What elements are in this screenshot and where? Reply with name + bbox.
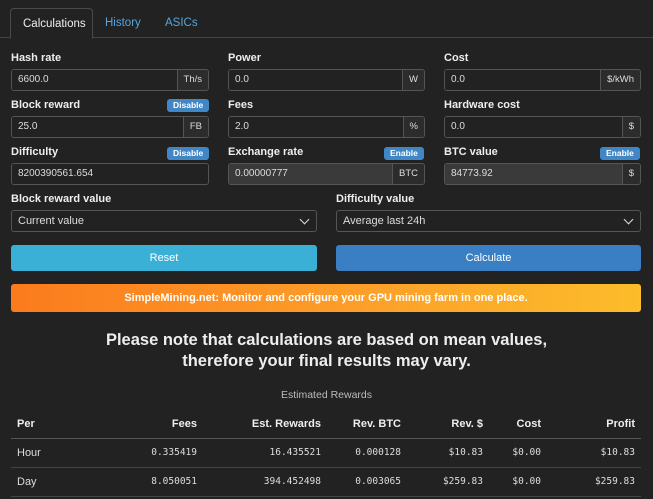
power-input[interactable]: 0.0	[229, 70, 403, 90]
disclaimer-line-1: Please note that calculations are based …	[105, 331, 548, 349]
header-profit: Profit	[547, 410, 641, 439]
block-reward-value-label: Block reward value	[11, 193, 112, 205]
fees-unit: %	[402, 117, 424, 137]
simplemining-banner[interactable]: SimpleMining.net: Monitor and configure …	[11, 284, 641, 312]
block-reward-field[interactable]: 25.0 FB	[11, 116, 209, 138]
estimated-rewards-table: Per Fees Est. Rewards Rev. BTC Rev. $ Co…	[11, 410, 641, 497]
disclaimer-line-2: therefore your final results may vary.	[182, 352, 471, 370]
header-cost: Cost	[489, 410, 547, 439]
cell-rev-btc: 0.000128	[327, 438, 407, 468]
table-caption: Estimated Rewards	[280, 389, 373, 401]
hash-rate-unit: Th/s	[176, 70, 208, 90]
block-reward-value-select[interactable]: Current value	[11, 210, 317, 232]
chevron-down-icon	[623, 214, 634, 225]
tab-history[interactable]: History	[93, 8, 153, 38]
results-disclaimer: Please note that calculations are based …	[0, 330, 653, 372]
power-field[interactable]: 0.0 W	[228, 69, 425, 91]
difficulty-value-label: Difficulty value	[336, 193, 415, 205]
difficulty-disable-button[interactable]: Disable	[167, 147, 210, 160]
btc-value-field: 84773.92 $	[444, 163, 641, 185]
hardware-cost-field[interactable]: 0.0 $	[444, 116, 641, 138]
cell-per: Hour	[11, 438, 103, 468]
block-reward-unit: FB	[182, 117, 208, 137]
exchange-rate-label: Exchange rate	[228, 146, 304, 158]
cell-est-rewards: 16.435521	[203, 438, 327, 468]
cell-est-rewards: 394.452498	[203, 467, 327, 497]
difficulty-value-select[interactable]: Average last 24h	[336, 210, 641, 232]
power-label: Power	[228, 52, 262, 64]
cost-field[interactable]: 0.0 $/kWh	[444, 69, 641, 91]
header-fees: Fees	[103, 410, 203, 439]
header-rev-btc: Rev. BTC	[327, 410, 407, 439]
header-rev-usd: Rev. $	[407, 410, 489, 439]
block-reward-label: Block reward	[11, 99, 81, 111]
hardware-cost-label: Hardware cost	[444, 99, 520, 111]
block-reward-input[interactable]: 25.0	[12, 117, 183, 137]
exchange-rate-field: 0.00000777 BTC	[228, 163, 425, 185]
reset-button[interactable]: Reset	[11, 245, 317, 271]
table-row: Day 8.050051 394.452498 0.003065 $259.83…	[11, 467, 641, 497]
fees-label: Fees	[228, 99, 254, 111]
exchange-rate-unit: BTC	[392, 164, 424, 184]
difficulty-value-selected: Average last 24h	[343, 215, 426, 227]
hardware-cost-input[interactable]: 0.0	[445, 117, 622, 137]
chevron-down-icon	[299, 214, 310, 225]
btc-value-enable-button[interactable]: Enable	[600, 147, 640, 160]
block-reward-disable-button[interactable]: Disable	[167, 99, 210, 112]
calculate-button[interactable]: Calculate	[336, 245, 641, 271]
cell-profit: $259.83	[547, 467, 641, 497]
difficulty-label: Difficulty	[11, 146, 59, 158]
block-reward-value-selected: Current value	[18, 215, 85, 227]
hash-rate-input[interactable]: 6600.0	[12, 70, 177, 90]
cost-unit: $/kWh	[600, 70, 640, 90]
difficulty-input[interactable]: 8200390561.654	[12, 164, 208, 184]
btc-value-input: 84773.92	[445, 164, 622, 184]
fees-field[interactable]: 2.0 %	[228, 116, 425, 138]
cost-label: Cost	[444, 52, 469, 64]
cost-input[interactable]: 0.0	[445, 70, 601, 90]
fees-input[interactable]: 2.0	[229, 117, 403, 137]
hash-rate-field[interactable]: 6600.0 Th/s	[11, 69, 209, 91]
tab-calculations[interactable]: Calculations	[10, 8, 93, 39]
cell-profit: $10.83	[547, 438, 641, 468]
cell-rev-usd: $259.83	[407, 467, 489, 497]
difficulty-field[interactable]: 8200390561.654	[11, 163, 209, 185]
cell-rev-btc: 0.003065	[327, 467, 407, 497]
header-est-rewards: Est. Rewards	[203, 410, 327, 439]
exchange-rate-enable-button[interactable]: Enable	[384, 147, 424, 160]
hardware-cost-unit: $	[621, 117, 640, 137]
btc-value-label: BTC value	[444, 146, 498, 158]
btc-value-unit: $	[621, 164, 640, 184]
cell-rev-usd: $10.83	[407, 438, 489, 468]
cell-cost: $0.00	[489, 438, 547, 468]
table-row: Hour 0.335419 16.435521 0.000128 $10.83 …	[11, 438, 641, 468]
power-unit: W	[402, 70, 424, 90]
cell-fees: 8.050051	[103, 467, 203, 497]
cell-fees: 0.335419	[103, 438, 203, 468]
tab-bar: Calculations History ASICs	[0, 0, 653, 39]
exchange-rate-input: 0.00000777	[229, 164, 392, 184]
header-per: Per	[11, 410, 103, 439]
cell-cost: $0.00	[489, 467, 547, 497]
hash-rate-label: Hash rate	[11, 52, 62, 64]
table-header-row: Per Fees Est. Rewards Rev. BTC Rev. $ Co…	[11, 410, 641, 439]
tab-asics[interactable]: ASICs	[153, 8, 210, 38]
cell-per: Day	[11, 467, 103, 497]
